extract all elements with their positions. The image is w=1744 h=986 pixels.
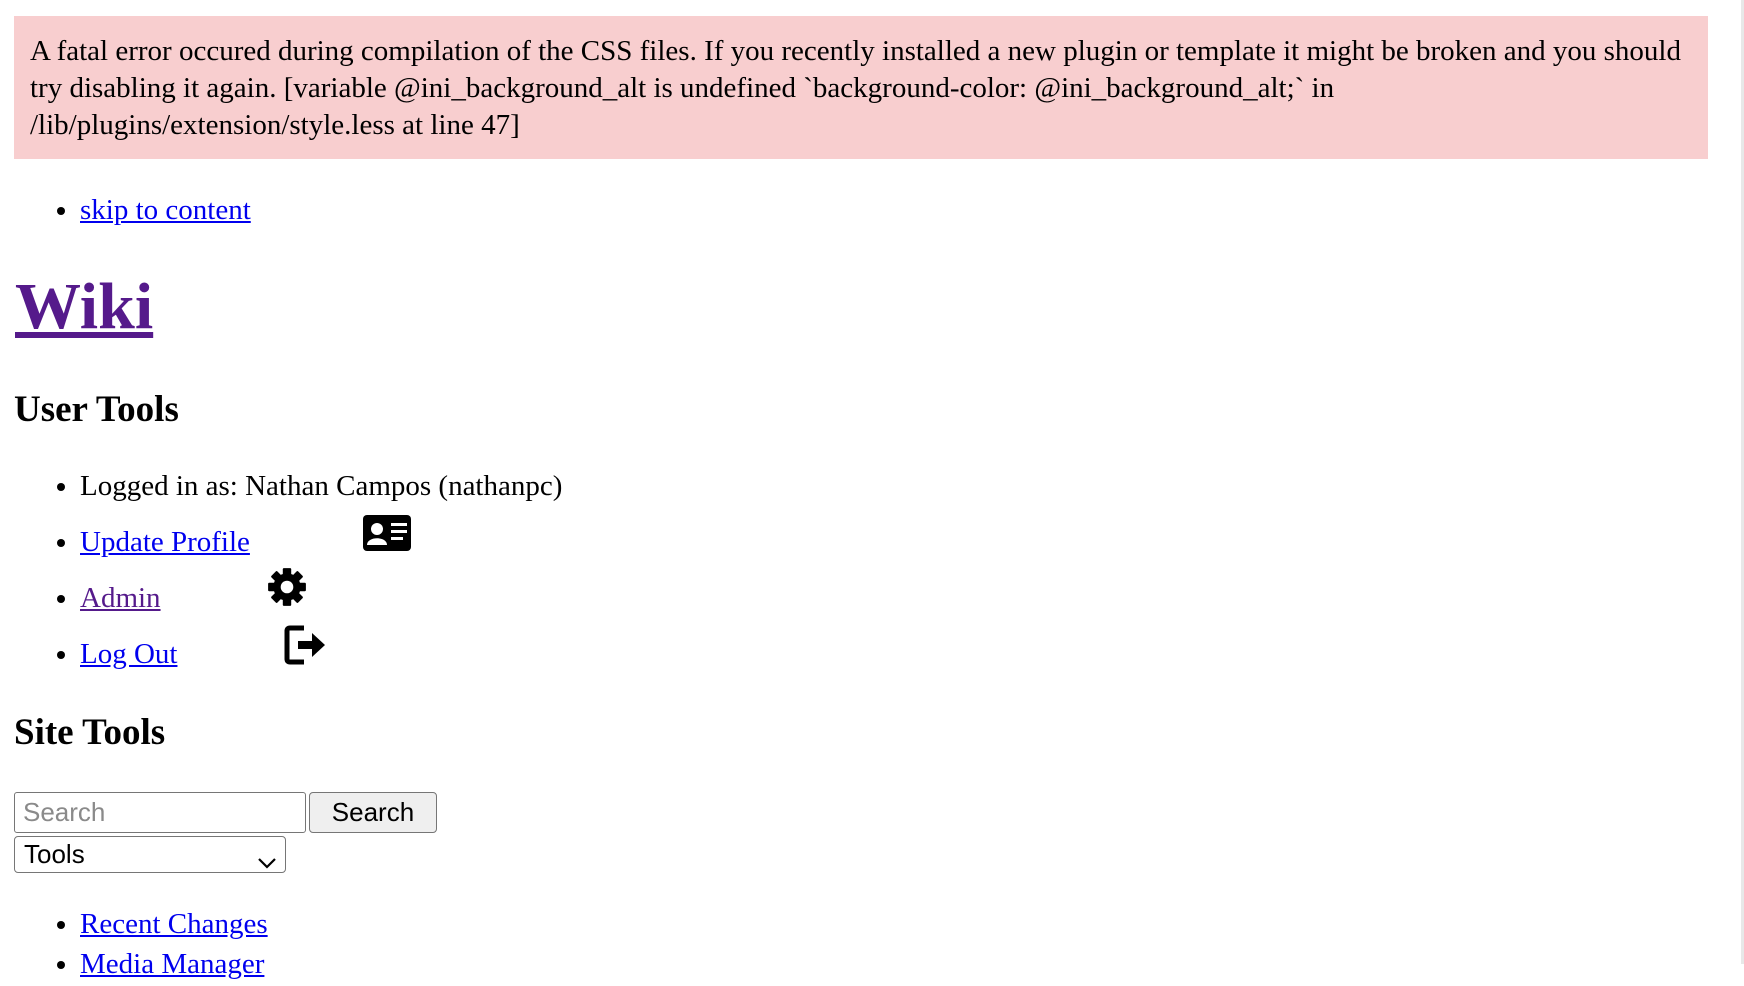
gear-icon[interactable]: [266, 566, 308, 617]
list-item: Recent Changes: [80, 906, 268, 946]
user-tools-heading: User Tools: [14, 389, 179, 430]
logout-link[interactable]: Log Out: [80, 638, 177, 670]
tools-select[interactable]: Tools: [14, 836, 286, 873]
logout-icon[interactable]: [284, 624, 328, 675]
site-title: Wiki: [15, 268, 153, 346]
list-item: Media Manager: [80, 946, 268, 986]
id-card-icon[interactable]: [362, 514, 412, 561]
media-manager-link[interactable]: Media Manager: [80, 948, 264, 980]
site-tools-list: Recent Changes Media Manager: [0, 906, 268, 986]
recent-changes-link[interactable]: Recent Changes: [80, 908, 268, 940]
site-tools-heading: Site Tools: [14, 712, 166, 753]
tools-select-value: Tools: [24, 839, 85, 869]
update-profile-link[interactable]: Update Profile: [80, 526, 250, 558]
search-button[interactable]: Search: [309, 792, 437, 833]
chevron-down-icon: [257, 846, 277, 877]
update-profile-item: Update Profile: [80, 515, 562, 580]
search-input[interactable]: [14, 792, 306, 833]
error-message: A fatal error occured during compilation…: [30, 35, 1681, 141]
logged-in-text: Logged in as: Nathan Campos (nathanpc): [80, 470, 563, 502]
skip-to-content-link[interactable]: skip to content: [80, 194, 251, 226]
logout-item: Log Out: [80, 625, 562, 692]
skip-item: skip to content: [80, 192, 251, 228]
user-tools-list: Logged in as: Nathan Campos (nathanpc) U…: [0, 468, 562, 692]
css-error-banner: A fatal error occured during compilation…: [14, 16, 1708, 159]
skip-links: skip to content: [0, 192, 251, 228]
site-title-link[interactable]: Wiki: [15, 270, 153, 343]
admin-link[interactable]: Admin: [80, 582, 161, 614]
logged-in-item: Logged in as: Nathan Campos (nathanpc): [80, 468, 562, 524]
